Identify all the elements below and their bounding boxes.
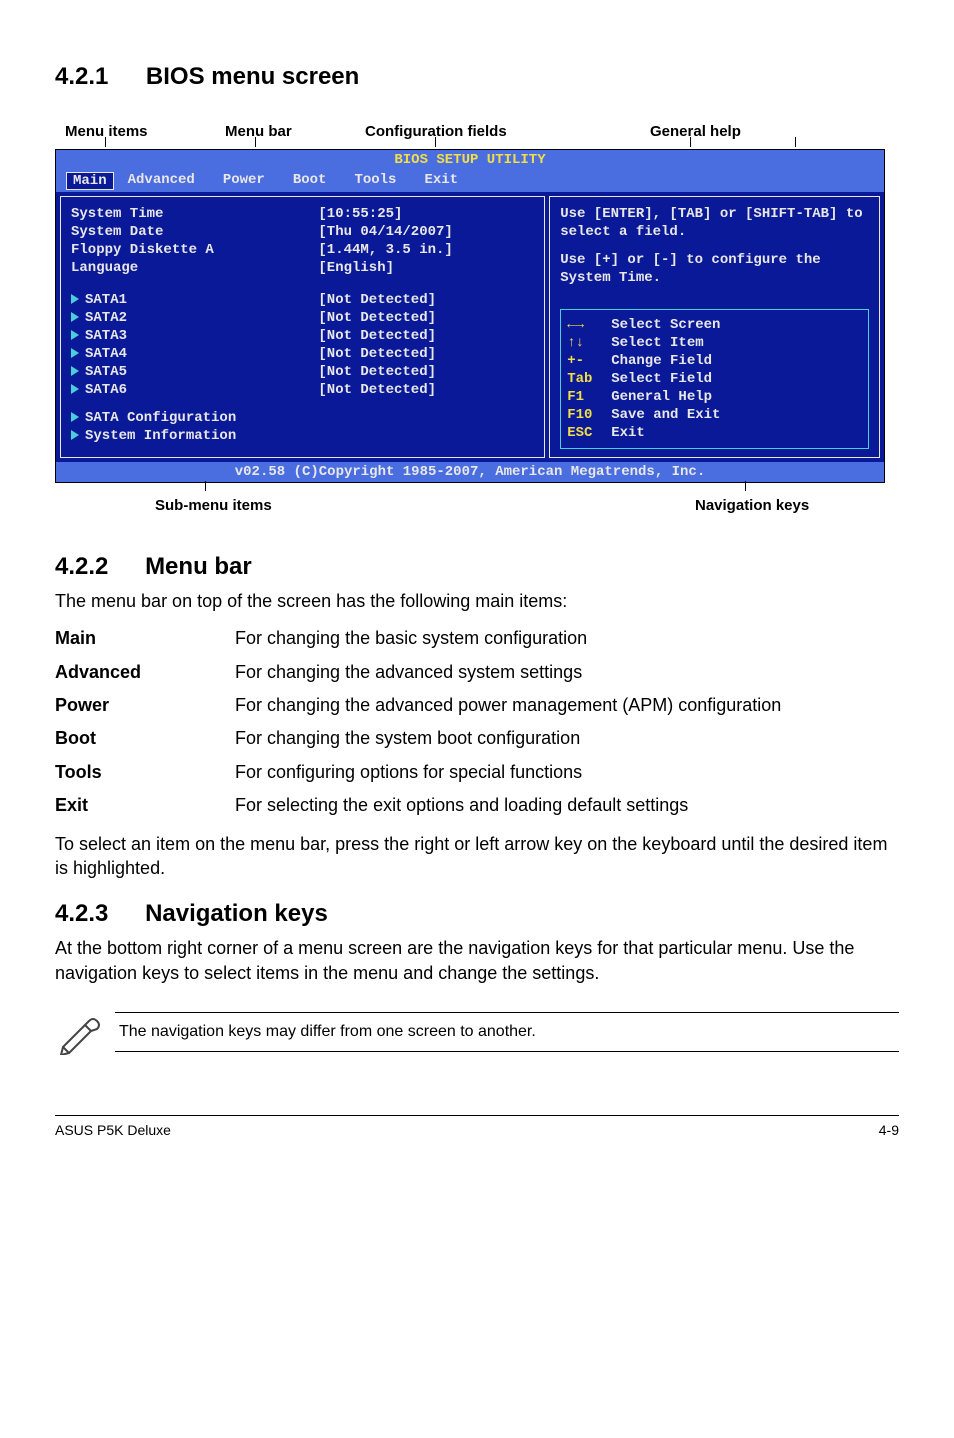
def-desc: For changing the basic system configurat…	[235, 627, 899, 650]
bios-navkeys-box: ←→Select Screen ↑↓Select Item +-Change F…	[560, 309, 869, 449]
bios-tab-advanced[interactable]: Advanced	[114, 172, 209, 190]
bios-tab-main[interactable]: Main	[66, 172, 114, 190]
navkey-key: +-	[567, 352, 611, 370]
bios-right-panel: Use [ENTER], [TAB] or [SHIFT-TAB] to sel…	[549, 196, 880, 458]
value-sata4: [Not Detected]	[318, 345, 534, 363]
navkey-key: ESC	[567, 424, 611, 442]
submenu-sata6[interactable]: SATA6	[71, 381, 308, 399]
def-term: Power	[55, 694, 225, 717]
navkey-key: ↑↓	[567, 334, 611, 352]
def-desc: For changing the system boot configurati…	[235, 727, 899, 750]
bios-footer: v02.58 (C)Copyright 1985-2007, American …	[56, 462, 884, 482]
menu-item-system-date[interactable]: System Date	[71, 223, 308, 241]
section-heading-422: 4.2.2 Menu bar	[55, 553, 899, 581]
section-heading-421: 4.2.1 BIOS menu screen	[55, 60, 899, 91]
section-number: 4.2.1	[55, 63, 108, 90]
navkey-key: F10	[567, 406, 611, 424]
submenu-sysinfo[interactable]: System Information	[71, 427, 308, 445]
navkey-key: Tab	[567, 370, 611, 388]
value-sata3: [Not Detected]	[318, 327, 534, 345]
footer-right: 4-9	[879, 1122, 899, 1138]
def-desc: For configuring options for special func…	[235, 761, 899, 784]
help-line-1: Use [ENTER], [TAB] or [SHIFT-TAB] to sel…	[560, 205, 869, 241]
navkey-label: Select Field	[611, 370, 712, 388]
navkey-label: Exit	[611, 424, 645, 442]
submenu-sata-config[interactable]: SATA Configuration	[71, 409, 308, 427]
def-term: Advanced	[55, 661, 225, 684]
annot-menu-bar: Menu bar	[225, 123, 292, 140]
value-sata5: [Not Detected]	[318, 363, 534, 381]
menubar-definitions: Main For changing the basic system confi…	[55, 627, 899, 817]
navkeys-description: At the bottom right corner of a menu scr…	[55, 936, 899, 985]
submenu-sata5[interactable]: SATA5	[71, 363, 308, 381]
section-title: Navigation keys	[145, 900, 328, 927]
annot-menu-items: Menu items	[65, 123, 148, 140]
bios-tab-tools[interactable]: Tools	[340, 172, 410, 190]
def-term: Main	[55, 627, 225, 650]
annot-nav-keys: Navigation keys	[695, 497, 809, 514]
menu-item-floppy[interactable]: Floppy Diskette A	[71, 241, 308, 259]
navkey-key: ←→	[567, 316, 611, 334]
section-title: BIOS menu screen	[146, 63, 359, 90]
def-desc: For selecting the exit options and loadi…	[235, 794, 899, 817]
submenu-sata1[interactable]: SATA1	[71, 291, 308, 309]
section-number: 4.2.3	[55, 900, 108, 927]
annotation-row-top: Menu items Menu bar Configuration fields…	[55, 109, 899, 149]
section-heading-423: 4.2.3 Navigation keys	[55, 900, 899, 928]
annot-submenu: Sub-menu items	[155, 497, 272, 514]
submenu-sata4[interactable]: SATA4	[71, 345, 308, 363]
note-box: The navigation keys may differ from one …	[55, 1009, 899, 1055]
value-sata6: [Not Detected]	[318, 381, 534, 399]
bios-tab-exit[interactable]: Exit	[410, 172, 472, 190]
submenu-sata3[interactable]: SATA3	[71, 327, 308, 345]
value-system-time[interactable]: [10:55:25]	[318, 205, 534, 223]
annotation-row-bottom: Sub-menu items Navigation keys	[55, 483, 899, 533]
pencil-icon	[55, 1009, 101, 1055]
bios-left-panel: System Time System Date Floppy Diskette …	[60, 196, 545, 458]
annot-general-help: General help	[650, 123, 741, 140]
def-term: Boot	[55, 727, 225, 750]
menubar-outro: To select an item on the menu bar, press…	[55, 832, 899, 881]
footer-left: ASUS P5K Deluxe	[55, 1122, 171, 1138]
menu-item-language[interactable]: Language	[71, 259, 308, 277]
submenu-sata2[interactable]: SATA2	[71, 309, 308, 327]
navkey-label: Save and Exit	[611, 406, 720, 424]
value-sata1: [Not Detected]	[318, 291, 534, 309]
def-term: Tools	[55, 761, 225, 784]
section-title: Menu bar	[145, 553, 252, 580]
section-number: 4.2.2	[55, 553, 108, 580]
bios-tab-boot[interactable]: Boot	[279, 172, 341, 190]
navkey-label: General Help	[611, 388, 712, 406]
navkey-label: Select Item	[611, 334, 703, 352]
bios-tab-power[interactable]: Power	[209, 172, 279, 190]
bios-help-text: Use [ENTER], [TAB] or [SHIFT-TAB] to sel…	[560, 205, 869, 297]
navkey-label: Change Field	[611, 352, 712, 370]
help-line-2: Use [+] or [-] to configure the System T…	[560, 251, 869, 287]
bios-menubar: Main Advanced Power Boot Tools Exit	[56, 170, 884, 192]
bios-title: BIOS SETUP UTILITY	[56, 150, 884, 170]
def-desc: For changing the advanced power manageme…	[235, 694, 899, 717]
value-sata2: [Not Detected]	[318, 309, 534, 327]
navkey-label: Select Screen	[611, 316, 720, 334]
menu-item-system-time[interactable]: System Time	[71, 205, 308, 223]
value-floppy[interactable]: [1.44M, 3.5 in.]	[318, 241, 534, 259]
navkey-key: F1	[567, 388, 611, 406]
value-system-date[interactable]: [Thu 04/14/2007]	[318, 223, 534, 241]
def-desc: For changing the advanced system setting…	[235, 661, 899, 684]
bios-screen: BIOS SETUP UTILITY Main Advanced Power B…	[55, 149, 885, 483]
page-footer: ASUS P5K Deluxe 4-9	[55, 1115, 899, 1138]
value-language[interactable]: [English]	[318, 259, 534, 277]
menubar-intro: The menu bar on top of the screen has th…	[55, 589, 899, 613]
note-text: The navigation keys may differ from one …	[115, 1012, 899, 1052]
def-term: Exit	[55, 794, 225, 817]
